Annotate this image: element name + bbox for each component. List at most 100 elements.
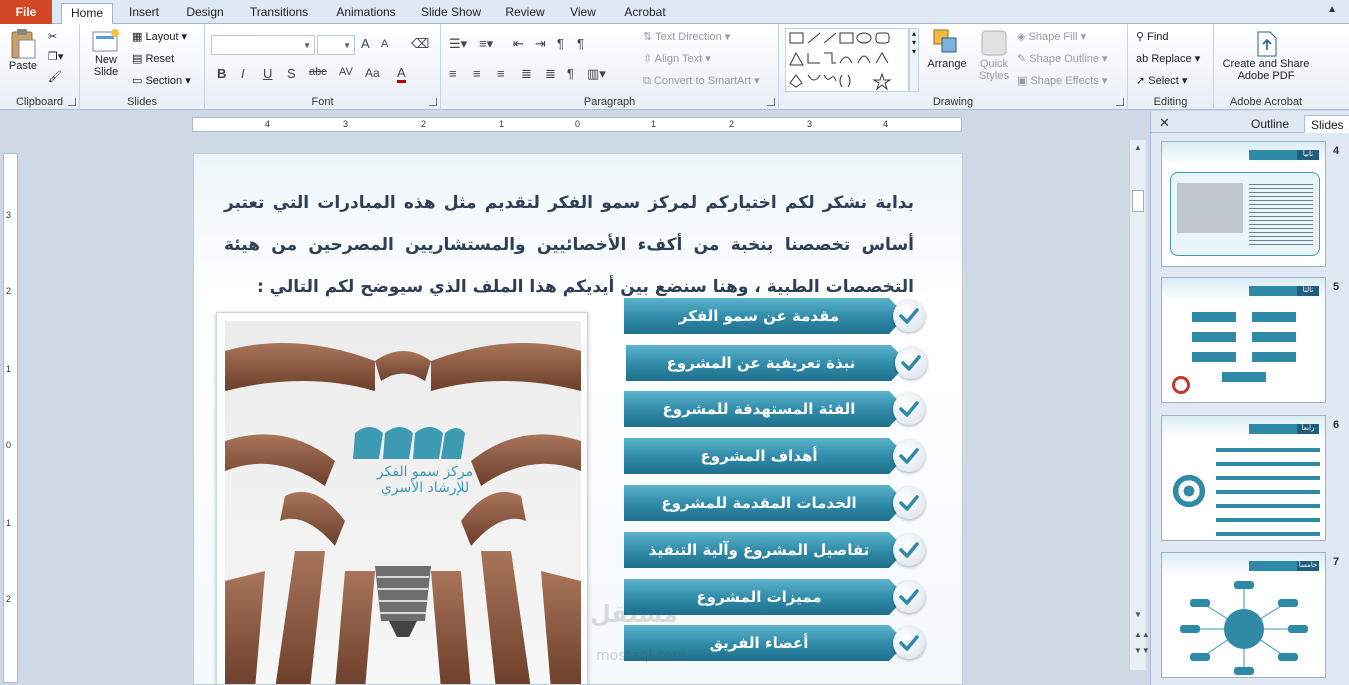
agenda-item[interactable]: تفاصيل المشروع وآلية التنفيذ bbox=[624, 532, 929, 568]
font-launcher-icon[interactable] bbox=[429, 98, 437, 106]
tab-review[interactable]: Review bbox=[500, 3, 550, 24]
tab-outline[interactable]: Outline bbox=[1251, 115, 1289, 133]
bold-button[interactable]: B bbox=[217, 66, 226, 81]
horizontal-ruler[interactable]: 4 3 2 1 0 1 2 3 4 bbox=[192, 117, 962, 132]
close-icon[interactable]: ✕ bbox=[1159, 115, 1170, 131]
slide-thumbnail[interactable]: ثانياً 4 bbox=[1151, 141, 1349, 271]
paint-bucket-icon: ◈ bbox=[1017, 31, 1026, 43]
convert-smartart-button[interactable]: ⧉ Convert to SmartArt ▾ bbox=[643, 74, 760, 88]
agenda-item[interactable]: نبذة تعريفية عن المشروع bbox=[626, 345, 931, 381]
drawing-launcher-icon[interactable] bbox=[1116, 98, 1124, 106]
agenda-item[interactable]: أهداف المشروع bbox=[624, 438, 929, 474]
distributed-icon[interactable]: ≣ bbox=[545, 66, 556, 82]
text-direction-button[interactable]: ⇅ Text Direction ▾ bbox=[643, 30, 730, 43]
pen-icon: ✎ bbox=[1017, 53, 1027, 65]
align-center-icon[interactable]: ≡ bbox=[473, 66, 481, 81]
slide-thumbnail[interactable]: ثالثاً 5 bbox=[1151, 277, 1349, 407]
slides-group-label: Slides bbox=[127, 96, 157, 108]
rtl-icon[interactable]: ¶ bbox=[557, 36, 564, 51]
create-share-pdf-button[interactable]: Create and Share Adobe PDF bbox=[1218, 30, 1314, 82]
agenda-item[interactable]: الفئة المستهدفة للمشروع bbox=[624, 391, 929, 427]
font-family-select[interactable]: ▼ bbox=[211, 35, 315, 55]
paragraph-group-label: Paragraph bbox=[583, 96, 636, 108]
quick-styles-button[interactable]: Quick Styles bbox=[975, 28, 1013, 82]
checkmark-icon bbox=[893, 627, 925, 659]
tab-transitions[interactable]: Transitions bbox=[244, 3, 314, 24]
slide-thumbnail[interactable]: خامساً 7 bbox=[1151, 552, 1349, 682]
copy-icon[interactable]: ❐▾ bbox=[48, 50, 63, 63]
agenda-item[interactable]: الخدمات المقدمة للمشروع bbox=[624, 485, 929, 521]
find-button[interactable]: ⚲ Find bbox=[1136, 30, 1169, 43]
shrink-font-button[interactable]: A bbox=[381, 38, 388, 50]
replace-button[interactable]: ab Replace ▾ bbox=[1136, 52, 1200, 65]
font-color-button[interactable]: A bbox=[397, 66, 406, 83]
format-painter-icon[interactable]: 🖌 bbox=[48, 70, 62, 83]
clipboard-launcher-icon[interactable] bbox=[68, 98, 76, 106]
thumb-bar bbox=[1192, 332, 1236, 342]
scroll-thumb[interactable] bbox=[1132, 190, 1144, 212]
slide-photo-frame[interactable]: مركز سمو الفكر للإرشاد الأسري bbox=[216, 312, 588, 684]
tab-animations[interactable]: Animations bbox=[330, 3, 402, 24]
new-slide-button[interactable]: New Slide bbox=[86, 28, 126, 78]
tab-file[interactable]: File bbox=[0, 0, 52, 24]
shapes-scroll[interactable]: ▴ ▾ ▾ bbox=[909, 28, 919, 92]
shadow-button[interactable]: S bbox=[287, 66, 296, 81]
scroll-up-icon[interactable]: ▲ bbox=[1134, 143, 1142, 152]
previous-slide-icon[interactable]: ▲▲ bbox=[1134, 630, 1150, 639]
justify-icon[interactable]: ≣ bbox=[521, 66, 532, 82]
scroll-down-icon[interactable]: ▼ bbox=[1134, 610, 1142, 619]
paragraph-launcher-icon[interactable] bbox=[767, 98, 775, 106]
clear-formatting-icon[interactable]: ⌫ bbox=[411, 36, 429, 52]
thumb-target-icon bbox=[1172, 376, 1190, 394]
character-spacing-button[interactable]: AV bbox=[339, 66, 353, 78]
align-left-icon[interactable]: ≡ bbox=[449, 66, 457, 81]
slide-number: 6 bbox=[1333, 419, 1340, 431]
decrease-indent-icon[interactable]: ⇤ bbox=[513, 36, 524, 52]
underline-button[interactable]: U bbox=[263, 66, 272, 81]
vertical-scrollbar[interactable]: ▲ ▼ ▲▲ ▼▼ bbox=[1129, 140, 1150, 670]
tab-insert[interactable]: Insert bbox=[120, 3, 168, 24]
grow-font-button[interactable]: A bbox=[361, 36, 370, 51]
align-text-button[interactable]: ⇳ Align Text ▾ bbox=[643, 52, 711, 65]
shape-effects-button[interactable]: ▣ Shape Effects ▾ bbox=[1017, 74, 1107, 87]
paste-button[interactable]: Paste bbox=[6, 28, 40, 72]
align-right-icon[interactable]: ≡ bbox=[497, 66, 505, 81]
italic-button[interactable]: I bbox=[241, 66, 245, 81]
layout-button[interactable]: ▦ Layout ▾ bbox=[132, 30, 187, 43]
thumb-content-box bbox=[1170, 172, 1320, 256]
shape-outline-button[interactable]: ✎ Shape Outline ▾ bbox=[1017, 52, 1108, 65]
next-slide-icon[interactable]: ▼▼ bbox=[1134, 646, 1150, 655]
new-slide-label-1: New bbox=[94, 54, 117, 66]
reset-button[interactable]: ▤ Reset bbox=[132, 52, 174, 65]
vertical-ruler[interactable]: 3 2 1 0 1 2 bbox=[3, 153, 18, 683]
tab-view[interactable]: View bbox=[562, 3, 604, 24]
slide-thumbnail[interactable]: رابعاً 6 bbox=[1151, 415, 1349, 545]
agenda-item-label: مقدمة عن سمو الفكر bbox=[678, 307, 840, 325]
slide-intro-text[interactable]: بداية نشكر لكم اختياركم لمركز سمو الفكر … bbox=[224, 182, 914, 308]
columns-icon[interactable]: ▥▾ bbox=[587, 66, 606, 82]
text-direction-ltr-icon[interactable]: ¶ bbox=[567, 66, 574, 81]
binoculars-icon: ⚲ bbox=[1136, 31, 1145, 43]
tab-slides[interactable]: Slides bbox=[1304, 115, 1349, 133]
checkmark-icon bbox=[895, 347, 927, 379]
shapes-gallery[interactable] bbox=[785, 28, 909, 92]
shape-fill-button[interactable]: ◈ Shape Fill ▾ bbox=[1017, 30, 1086, 43]
arrange-button[interactable]: Arrange bbox=[925, 28, 969, 70]
tab-design[interactable]: Design bbox=[180, 3, 230, 24]
ltr-icon[interactable]: ¶ bbox=[577, 36, 584, 51]
cut-icon[interactable]: ✂ bbox=[48, 30, 57, 43]
increase-indent-icon[interactable]: ⇥ bbox=[535, 36, 546, 52]
strikethrough-button[interactable]: abc bbox=[309, 66, 327, 78]
tab-acrobat[interactable]: Acrobat bbox=[617, 3, 673, 24]
bullets-icon[interactable]: ☰▾ bbox=[449, 36, 467, 52]
section-button[interactable]: ▭ Section ▾ bbox=[132, 74, 191, 87]
minimize-ribbon-icon[interactable]: ▲ bbox=[1327, 4, 1337, 15]
tab-home[interactable]: Home bbox=[61, 3, 113, 25]
numbering-icon[interactable]: ≡▾ bbox=[479, 36, 493, 52]
tab-slide-show[interactable]: Slide Show bbox=[418, 3, 484, 24]
select-button[interactable]: ➚ Select ▾ bbox=[1136, 74, 1187, 87]
agenda-item[interactable]: مقدمة عن سمو الفكر bbox=[624, 298, 929, 334]
change-case-button[interactable]: Aa bbox=[365, 66, 380, 80]
font-size-select[interactable]: ▼ bbox=[317, 35, 355, 55]
slide-canvas[interactable]: بداية نشكر لكم اختياركم لمركز سمو الفكر … bbox=[193, 153, 963, 685]
